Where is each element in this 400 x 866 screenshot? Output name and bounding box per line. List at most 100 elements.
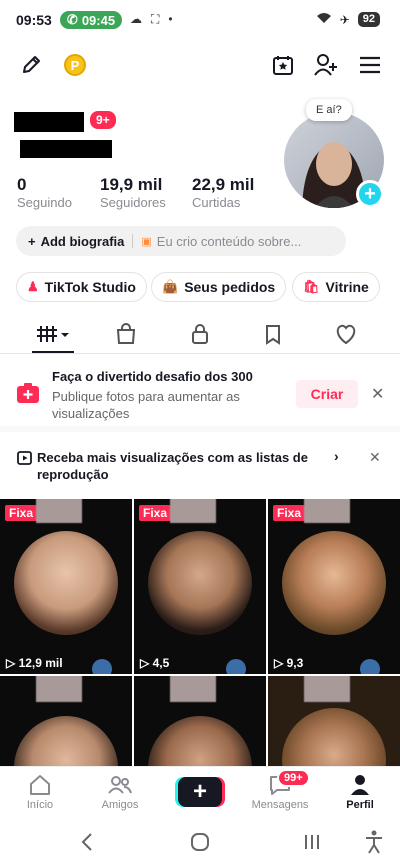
pinned-badge: Fixa <box>273 505 306 521</box>
profile-tabs <box>0 314 400 354</box>
bag-icon: 👜 <box>162 279 179 294</box>
followers-label: Seguidores <box>100 195 166 210</box>
tab-saved[interactable] <box>253 320 293 348</box>
bio-placeholder: Eu crio conteúdo sobre... <box>156 233 302 249</box>
add-bio-pill[interactable]: + Add biografia ▣ Eu crio conteúdo sobre… <box>16 226 346 256</box>
plus-icon: + <box>28 233 36 249</box>
phone-icon: ✆ <box>66 12 78 27</box>
status-bar: 09:53 ✆ 09:45 ☁ ⛶ • ✈ 92 <box>0 0 400 40</box>
ongoing-call-pill[interactable]: ✆ 09:45 <box>60 11 122 29</box>
bottom-navigation: Início Amigos + Mensagens 99+ Perfil <box>0 766 400 822</box>
likes-label: Curtidas <box>192 195 241 210</box>
status-icons: ☁ ⛶ • <box>130 12 173 27</box>
back-icon[interactable] <box>80 832 94 857</box>
blurred-region <box>304 499 350 523</box>
tab-videos[interactable] <box>33 320 73 348</box>
thumbnail-face-image <box>148 531 252 635</box>
nav-messages-label: Mensagens <box>251 799 309 811</box>
chip-tiktok-studio[interactable]: ♟ TikTok Studio <box>16 272 147 302</box>
video-thumbnail[interactable] <box>134 676 266 767</box>
avatar-speech-bubble[interactable]: E aí? <box>306 99 352 121</box>
challenge-banner: Faça o divertido desafio dos 300 Publiqu… <box>0 362 400 432</box>
add-friend-icon[interactable] <box>312 52 340 78</box>
call-time: 09:45 <box>81 12 116 28</box>
video-thumbnail[interactable] <box>268 676 400 767</box>
video-grid: Fixa ▷ 12,9 mil Fixa ▷ 4,5 Fixa ▷ 9,3 <box>0 499 400 767</box>
chevron-right-icon: › <box>334 448 339 464</box>
nav-friends-label: Amigos <box>101 799 139 811</box>
playlist-text: Receba mais visualizações com as listas … <box>37 450 308 482</box>
create-plus-button[interactable]: + <box>178 777 222 807</box>
tab-private[interactable] <box>180 320 220 348</box>
home-circle-icon[interactable] <box>190 832 210 857</box>
chip-label: Seus pedidos <box>184 279 276 295</box>
blurred-region <box>36 499 82 523</box>
tab-liked[interactable] <box>326 320 366 348</box>
view-count-value: 9,3 <box>286 656 304 670</box>
add-story-plus-icon[interactable]: + <box>356 180 384 208</box>
playlist-icon <box>17 450 33 466</box>
thumbnail-face-image <box>14 716 118 767</box>
status-time: 09:53 <box>16 12 52 28</box>
nav-home-label: Início <box>26 799 54 811</box>
recents-icon[interactable] <box>302 832 322 857</box>
blurred-region <box>170 676 216 702</box>
blurred-region <box>170 499 216 523</box>
thumbnail-face-image <box>148 716 252 767</box>
audio-icon <box>226 659 246 674</box>
challenge-subtitle: Publique fotos para aumentar as visualiz… <box>52 389 240 421</box>
following-label: Seguindo <box>17 195 72 210</box>
view-count: ▷ 9,3 <box>274 656 304 670</box>
followers-count[interactable]: 19,9 mil <box>100 175 162 195</box>
video-thumbnail[interactable]: Fixa ▷ 4,5 <box>134 499 266 674</box>
audio-icon <box>92 659 112 674</box>
redacted-username-shadow <box>14 116 82 130</box>
calendar-star-icon[interactable] <box>270 52 296 78</box>
friends-icon <box>85 773 155 797</box>
nav-friends[interactable]: Amigos <box>85 773 155 811</box>
pinned-badge: Fixa <box>5 505 38 521</box>
create-button[interactable]: Criar <box>296 380 358 408</box>
view-count: ▷ 4,5 <box>140 656 170 670</box>
nav-profile-label: Perfil <box>346 799 374 811</box>
redacted-handle <box>20 140 112 158</box>
chip-label: Vitrine <box>325 279 369 295</box>
thumbnail-face-image <box>14 531 118 635</box>
add-bio-label: Add biografia <box>40 233 125 249</box>
pinned-badge: Fixa <box>139 505 172 521</box>
airplane-icon: ✈ <box>339 12 350 27</box>
video-icon: ▣ <box>141 235 152 248</box>
accessibility-icon[interactable] <box>364 830 384 859</box>
divider <box>132 234 134 248</box>
wifi-icon <box>316 12 332 27</box>
system-navigation-bar <box>0 822 400 866</box>
audio-icon <box>360 659 380 674</box>
thumbnail-face-image <box>282 708 386 767</box>
messages-badge: 99+ <box>277 769 310 787</box>
chip-showcase[interactable]: 🛍 Vitrine <box>292 272 380 302</box>
chip-orders[interactable]: 👜 Seus pedidos <box>151 272 287 302</box>
following-count[interactable]: 0 <box>17 175 26 195</box>
close-icon[interactable]: ✕ <box>371 384 384 404</box>
shop-icon: 🛍 <box>303 279 320 294</box>
view-count: ▷ 12,9 mil <box>6 656 63 670</box>
camera-plus-icon <box>16 382 40 404</box>
likes-count[interactable]: 22,9 mil <box>192 175 254 195</box>
close-icon[interactable]: ✕ <box>369 449 381 466</box>
status-right: ✈ 92 <box>316 12 380 27</box>
coins-icon[interactable]: P <box>64 54 86 76</box>
notification-badge[interactable]: 9+ <box>88 109 118 131</box>
challenge-title: Faça o divertido desafio dos 300 <box>52 369 253 384</box>
video-thumbnail[interactable] <box>0 676 132 767</box>
tab-shop[interactable] <box>106 320 146 348</box>
blurred-region <box>36 676 82 702</box>
playlist-banner[interactable]: Receba mais visualizações com as listas … <box>0 440 400 496</box>
video-thumbnail[interactable]: Fixa ▷ 12,9 mil <box>0 499 132 674</box>
menu-hamburger-icon[interactable] <box>358 52 382 78</box>
person-icon: ♟ <box>27 279 39 294</box>
nav-profile[interactable]: Perfil <box>325 773 395 811</box>
edit-pencil-icon[interactable] <box>18 52 44 78</box>
nav-home[interactable]: Início <box>5 773 75 811</box>
video-thumbnail[interactable]: Fixa ▷ 9,3 <box>268 499 400 674</box>
active-tab-indicator <box>32 351 74 353</box>
